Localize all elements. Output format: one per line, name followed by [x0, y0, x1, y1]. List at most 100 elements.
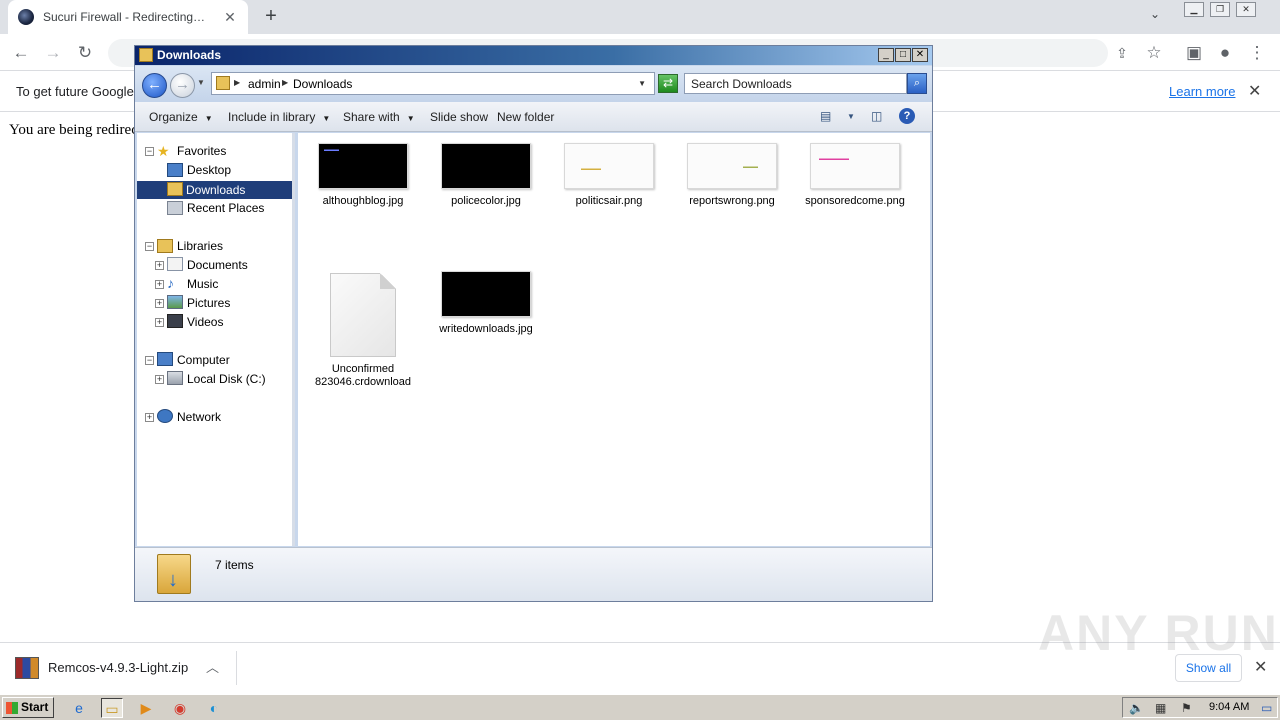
- breadcrumb-admin[interactable]: admin: [248, 77, 281, 91]
- image-thumbnail: ▬▬▬▬▬▬: [810, 143, 900, 189]
- download-options-chevron-icon[interactable]: ︿: [206, 657, 219, 676]
- explorer-window: Downloads _ □ ✕ ← → ▼ ▶ admin ▶ Download…: [134, 45, 933, 602]
- organize-label: Organize: [149, 110, 198, 124]
- bookmark-star-icon[interactable]: ☆: [1141, 40, 1167, 66]
- nav-music[interactable]: Music: [187, 276, 218, 294]
- file-item[interactable]: ▬▬▬▬▬▬ sponsoredcome.png: [800, 143, 910, 208]
- libraries-icon: [157, 239, 173, 253]
- file-item[interactable]: ▬▬▬ althoughblog.jpg: [308, 143, 418, 208]
- learn-more-link[interactable]: Learn more: [1169, 84, 1235, 99]
- nav-recent-places[interactable]: Recent Places: [187, 200, 264, 218]
- volume-icon[interactable]: 🔈: [1129, 701, 1144, 715]
- nav-computer[interactable]: Computer: [177, 352, 230, 370]
- blank-document-icon: [330, 273, 396, 357]
- start-button[interactable]: Start: [2, 697, 54, 718]
- nav-local-disk[interactable]: Local Disk (C:): [187, 371, 266, 389]
- tab-title: Sucuri Firewall - Redirecting…: [43, 10, 206, 24]
- forward-arrow-icon[interactable]: →: [40, 40, 66, 66]
- preview-pane-icon[interactable]: ◫: [871, 109, 882, 123]
- breadcrumb-downloads[interactable]: Downloads: [293, 77, 352, 91]
- slide-show-button[interactable]: Slide show: [430, 110, 488, 124]
- explorer-maximize-icon[interactable]: □: [895, 48, 911, 62]
- expand-local-disk-icon[interactable]: +: [155, 375, 164, 384]
- expand-music-icon[interactable]: +: [155, 280, 164, 289]
- network-tray-icon[interactable]: ▦: [1155, 701, 1166, 715]
- share-icon[interactable]: ⇪: [1109, 40, 1135, 66]
- explorer-titlebar[interactable]: Downloads _ □ ✕: [135, 46, 932, 65]
- expand-videos-icon[interactable]: +: [155, 318, 164, 327]
- nav-desktop[interactable]: Desktop: [187, 162, 231, 180]
- tab-search-chevron-icon[interactable]: ⌄: [1150, 7, 1160, 21]
- expand-documents-icon[interactable]: +: [155, 261, 164, 270]
- nav-downloads: Downloads: [186, 183, 246, 197]
- include-in-library-button[interactable]: Include in library ▼: [228, 110, 330, 124]
- search-downloads-input[interactable]: Search Downloads: [684, 73, 907, 94]
- nav-libraries[interactable]: Libraries: [177, 238, 223, 256]
- collapse-computer-icon[interactable]: −: [145, 356, 154, 365]
- nav-pictures[interactable]: Pictures: [187, 295, 230, 313]
- refresh-icon[interactable]: ⇄: [658, 74, 678, 93]
- browser-tab[interactable]: Sucuri Firewall - Redirecting… ✕: [8, 0, 248, 34]
- nav-videos[interactable]: Videos: [187, 314, 223, 332]
- shelf-divider: [236, 651, 237, 685]
- change-view-icon[interactable]: ▤: [820, 109, 831, 123]
- recent-pages-dropdown-icon[interactable]: ▼: [197, 78, 205, 87]
- nav-documents[interactable]: Documents: [187, 257, 248, 275]
- image-thumbnail: ▬▬▬▬: [564, 143, 654, 189]
- explorer-close-icon[interactable]: ✕: [912, 48, 928, 62]
- nav-favorites[interactable]: Favorites: [177, 143, 226, 161]
- explorer-address-bar[interactable]: ▶ admin ▶ Downloads ▼: [211, 72, 655, 95]
- side-panel-icon[interactable]: ▣: [1181, 40, 1207, 66]
- file-name: Unconfirmed 823046.crdownload: [314, 363, 412, 388]
- internet-explorer-icon[interactable]: e: [68, 698, 90, 718]
- file-item[interactable]: policecolor.jpg: [431, 143, 541, 208]
- address-dropdown-icon[interactable]: ▼: [638, 79, 646, 88]
- close-window-icon[interactable]: ✕: [1236, 2, 1256, 17]
- explorer-back-icon[interactable]: ←: [142, 73, 167, 98]
- explorer-command-bar: Organize ▼ Include in library ▼ Share with…: [135, 102, 932, 132]
- chrome-icon[interactable]: ◉: [169, 698, 191, 718]
- file-name: policecolor.jpg: [451, 195, 521, 207]
- action-center-flag-icon[interactable]: ⚑: [1181, 701, 1192, 715]
- info-bar-close-icon[interactable]: ✕: [1248, 81, 1261, 101]
- organize-button[interactable]: Organize ▼: [149, 110, 213, 124]
- collapse-libraries-icon[interactable]: −: [145, 242, 154, 251]
- downloaded-file-name[interactable]: Remcos-v4.9.3-Light.zip: [48, 660, 188, 675]
- file-item[interactable]: ▬▬▬ reportswrong.png: [677, 143, 787, 208]
- new-tab-button[interactable]: +: [259, 5, 283, 29]
- profile-avatar-icon[interactable]: ●: [1212, 40, 1238, 66]
- view-options-dropdown-icon[interactable]: ▼: [847, 112, 855, 121]
- file-item[interactable]: Unconfirmed 823046.crdownload: [308, 273, 418, 389]
- collapse-favorites-icon[interactable]: −: [145, 147, 154, 156]
- media-player-icon[interactable]: ▶: [135, 698, 157, 718]
- breadcrumb-arrow-icon[interactable]: ▶: [282, 78, 288, 87]
- file-name: politicsair.png: [575, 195, 643, 207]
- expand-pictures-icon[interactable]: +: [155, 299, 164, 308]
- nav-downloads-row[interactable]: Downloads: [137, 181, 292, 199]
- share-with-button[interactable]: Share with ▼: [343, 110, 415, 124]
- restore-window-icon[interactable]: ❐: [1210, 2, 1230, 17]
- minimize-window-icon[interactable]: ▁: [1184, 2, 1204, 17]
- back-arrow-icon[interactable]: ←: [8, 40, 34, 66]
- image-thumbnail: ▬▬▬: [318, 143, 408, 189]
- downloads-folder-icon: [167, 182, 183, 196]
- search-icon[interactable]: ⌕: [907, 73, 927, 94]
- nav-network[interactable]: Network: [177, 409, 221, 427]
- tab-close-icon[interactable]: ✕: [222, 9, 238, 26]
- file-item[interactable]: writedownloads.jpg: [431, 271, 541, 336]
- explorer-taskbar-icon[interactable]: ▭: [101, 698, 123, 718]
- show-desktop-icon[interactable]: ▭: [1261, 701, 1272, 715]
- breadcrumb-arrow-icon[interactable]: ▶: [234, 78, 240, 87]
- help-icon[interactable]: ?: [899, 108, 915, 124]
- taskbar: Start e ▭ ▶ ◉ ◐ 🔈 ▦ ⚑ 9:04 AM ▭: [0, 694, 1280, 720]
- explorer-forward-icon[interactable]: →: [170, 73, 195, 98]
- navigation-pane: − ★ Favorites Desktop Downloads Recent P…: [137, 133, 295, 546]
- expand-network-icon[interactable]: +: [145, 413, 154, 422]
- explorer-minimize-icon[interactable]: _: [878, 48, 894, 62]
- edge-icon[interactable]: ◐: [203, 698, 225, 718]
- file-item[interactable]: ▬▬▬▬ politicsair.png: [554, 143, 664, 208]
- menu-kebab-icon[interactable]: ⋮: [1244, 40, 1270, 66]
- reload-icon[interactable]: ↻: [72, 40, 98, 66]
- local-disk-icon: [167, 371, 183, 385]
- new-folder-button[interactable]: New folder: [497, 110, 554, 124]
